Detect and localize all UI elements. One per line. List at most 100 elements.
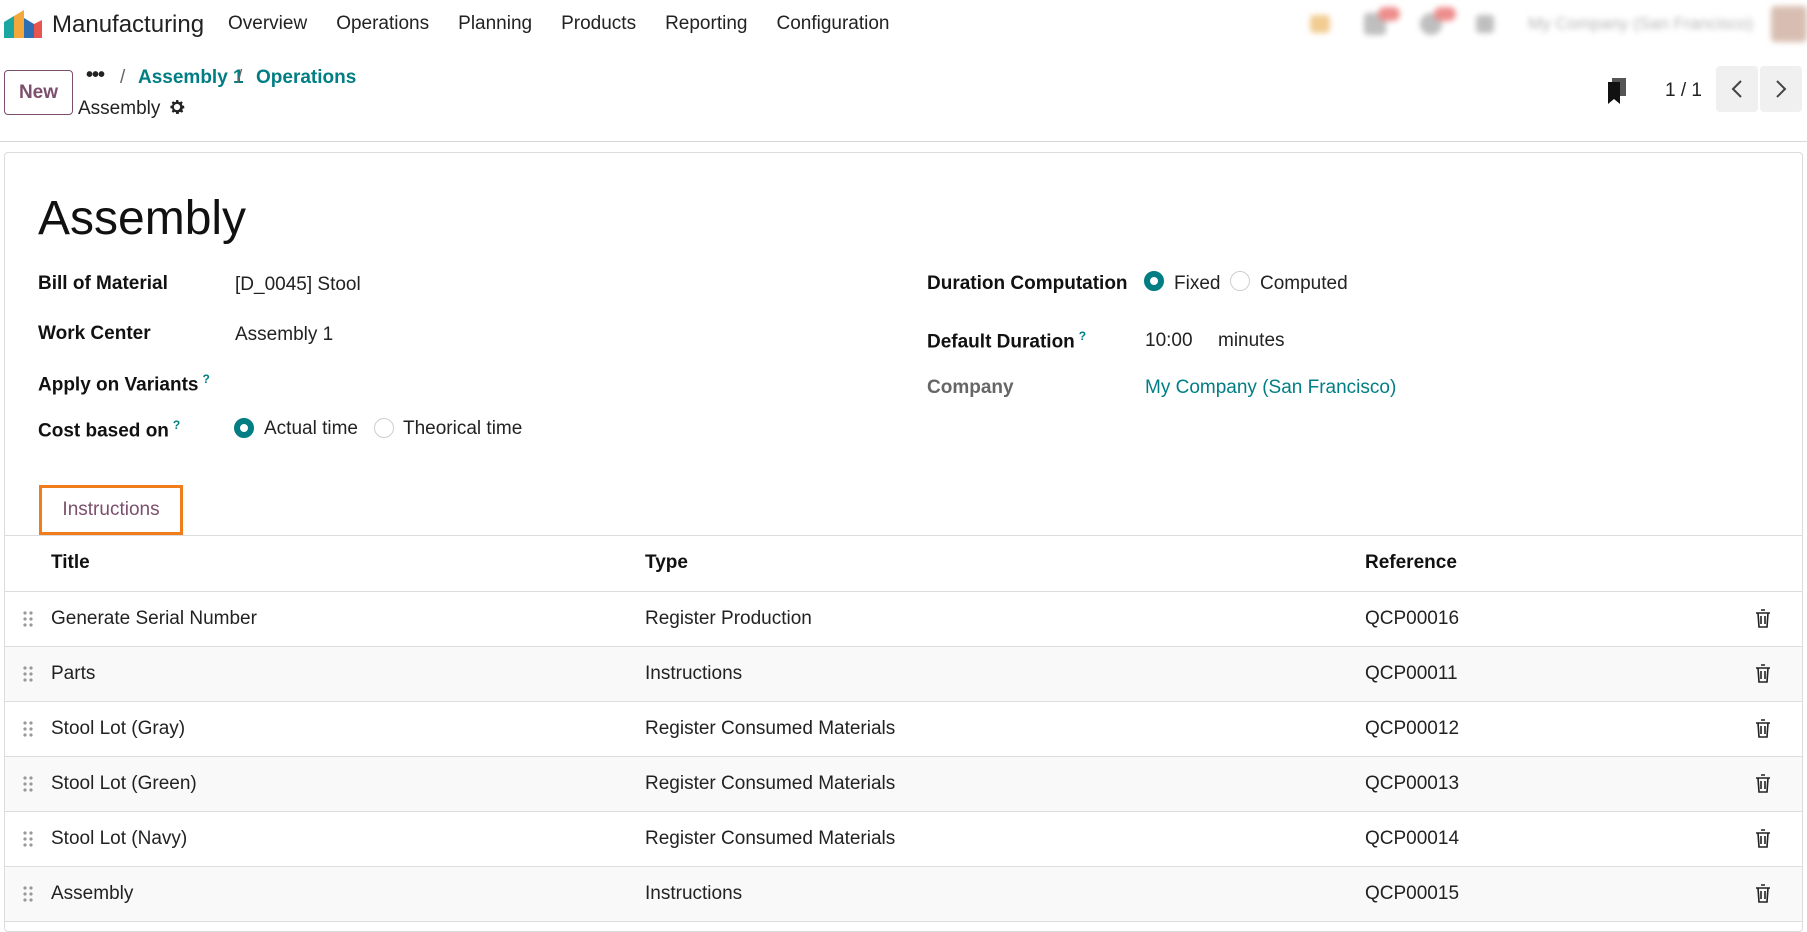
bom-label: Bill of Material bbox=[38, 273, 168, 294]
row-type: Register Production bbox=[645, 608, 812, 629]
default-duration-label: Default Duration? bbox=[927, 329, 1086, 353]
column-reference[interactable]: Reference bbox=[1365, 552, 1457, 574]
breadcrumb-current: Assembly bbox=[78, 98, 161, 119]
menu-reporting[interactable]: Reporting bbox=[665, 13, 747, 35]
chevron-right-icon bbox=[1776, 80, 1787, 98]
fixed-radio[interactable] bbox=[1144, 271, 1164, 291]
default-duration-unit: minutes bbox=[1218, 330, 1285, 351]
computed-radio[interactable] bbox=[1230, 271, 1250, 291]
theorical-time-radio[interactable] bbox=[374, 418, 394, 438]
systray: My Company (San Francisco) bbox=[1276, 4, 1807, 44]
default-duration-field[interactable]: 10:00 bbox=[1145, 330, 1193, 352]
bookmark-icon[interactable] bbox=[1606, 78, 1628, 104]
table-header: Title Type Reference bbox=[5, 536, 1802, 592]
row-type: Register Consumed Materials bbox=[645, 718, 896, 739]
drag-handle-icon[interactable] bbox=[22, 610, 34, 628]
fixed-label[interactable]: Fixed bbox=[1174, 273, 1220, 295]
breadcrumb-separator: / bbox=[237, 67, 243, 88]
top-navbar: Manufacturing Overview Operations Planni… bbox=[0, 0, 1807, 48]
trash-icon[interactable] bbox=[1755, 829, 1771, 848]
actual-time-label[interactable]: Actual time bbox=[264, 418, 358, 440]
company-field[interactable]: My Company (San Francisco) bbox=[1145, 377, 1396, 399]
menu-planning[interactable]: Planning bbox=[458, 13, 532, 35]
row-type: Register Consumed Materials bbox=[645, 828, 896, 849]
pager-next-button[interactable] bbox=[1760, 66, 1802, 112]
pager-value[interactable]: 1 / 1 bbox=[1665, 80, 1702, 102]
activity-icon[interactable] bbox=[1420, 7, 1457, 35]
record-title[interactable]: Assembly bbox=[38, 191, 246, 246]
row-title: Stool Lot (Navy) bbox=[51, 828, 188, 849]
gear-icon[interactable] bbox=[168, 98, 186, 116]
menu-operations[interactable]: Operations bbox=[336, 13, 429, 35]
tab-instructions[interactable]: Instructions bbox=[39, 485, 183, 535]
trash-icon[interactable] bbox=[1755, 609, 1771, 628]
row-title: Stool Lot (Green) bbox=[51, 773, 197, 794]
form-sheet: Assembly Bill of Material [D_0045] Stool… bbox=[4, 152, 1803, 932]
help-icon[interactable]: ? bbox=[173, 418, 180, 432]
workcenter-field[interactable]: Assembly 1 bbox=[235, 324, 333, 346]
pager-previous-button[interactable] bbox=[1716, 66, 1758, 112]
drag-handle-icon[interactable] bbox=[22, 775, 34, 793]
row-reference: QCP00011 bbox=[1365, 663, 1458, 684]
drag-handle-icon[interactable] bbox=[22, 720, 34, 738]
drag-handle-icon[interactable] bbox=[22, 665, 34, 683]
drag-handle-icon[interactable] bbox=[22, 830, 34, 848]
table-row[interactable]: Stool Lot (Green) Register Consumed Mate… bbox=[5, 757, 1802, 812]
theorical-time-label[interactable]: Theorical time bbox=[403, 418, 522, 440]
duration-computation-label: Duration Computation bbox=[927, 273, 1128, 294]
table-row[interactable]: Parts Instructions QCP00011 bbox=[5, 647, 1802, 702]
row-reference: QCP00013 bbox=[1365, 773, 1460, 794]
row-reference: QCP00014 bbox=[1365, 828, 1460, 849]
table-row[interactable]: Generate Serial Number Register Producti… bbox=[5, 592, 1802, 647]
trash-icon[interactable] bbox=[1755, 774, 1771, 793]
messages-icon[interactable] bbox=[1364, 7, 1401, 35]
computed-label[interactable]: Computed bbox=[1260, 273, 1348, 295]
breadcrumb-separator: / bbox=[120, 67, 126, 88]
row-reference: QCP00016 bbox=[1365, 608, 1460, 629]
drag-handle-icon[interactable] bbox=[22, 885, 34, 903]
row-reference: QCP00015 bbox=[1365, 883, 1460, 904]
menu-configuration[interactable]: Configuration bbox=[776, 13, 889, 35]
breadcrumb-operations[interactable]: Operations bbox=[256, 67, 356, 89]
column-type[interactable]: Type bbox=[645, 552, 688, 574]
variants-label: Apply on Variants? bbox=[38, 372, 210, 396]
company-switcher[interactable]: My Company (San Francisco) bbox=[1528, 14, 1753, 34]
ai-icon[interactable] bbox=[1310, 15, 1331, 33]
table-body: Generate Serial Number Register Producti… bbox=[5, 592, 1802, 922]
table-row[interactable]: Stool Lot (Gray) Register Consumed Mater… bbox=[5, 702, 1802, 757]
menu-products[interactable]: Products bbox=[561, 13, 636, 35]
menu-overview[interactable]: Overview bbox=[228, 13, 307, 35]
app-name[interactable]: Manufacturing bbox=[52, 11, 204, 39]
breadcrumb-assembly-1[interactable]: Assembly 1 bbox=[138, 67, 244, 89]
trash-icon[interactable] bbox=[1755, 884, 1771, 903]
help-icon[interactable]: ? bbox=[1079, 329, 1086, 343]
row-type: Instructions bbox=[645, 883, 743, 904]
table-row[interactable]: Stool Lot (Navy) Register Consumed Mater… bbox=[5, 812, 1802, 867]
help-icon[interactable]: ? bbox=[202, 372, 209, 386]
cost-label-text: Cost based on bbox=[38, 420, 169, 442]
actual-time-radio[interactable] bbox=[234, 418, 254, 438]
table-row[interactable]: Assembly Instructions QCP00015 bbox=[5, 867, 1802, 922]
actions-menu-icon[interactable]: ••• bbox=[86, 64, 105, 87]
workcenter-label: Work Center bbox=[38, 323, 151, 344]
row-title: Assembly bbox=[51, 883, 134, 904]
row-reference: QCP00012 bbox=[1365, 718, 1460, 739]
company-label: Company bbox=[927, 377, 1014, 398]
row-title: Stool Lot (Gray) bbox=[51, 718, 186, 739]
user-avatar[interactable] bbox=[1771, 6, 1807, 42]
row-title: Parts bbox=[51, 663, 96, 684]
cost-label: Cost based on? bbox=[38, 418, 180, 442]
column-title[interactable]: Title bbox=[51, 552, 90, 574]
new-button[interactable]: New bbox=[4, 70, 73, 115]
row-type: Register Consumed Materials bbox=[645, 773, 896, 794]
row-title: Generate Serial Number bbox=[51, 608, 257, 629]
variants-label-text: Apply on Variants bbox=[38, 374, 199, 396]
tools-icon[interactable] bbox=[1476, 15, 1495, 33]
default-duration-label-text: Default Duration bbox=[927, 331, 1075, 353]
row-type: Instructions bbox=[645, 663, 743, 684]
trash-icon[interactable] bbox=[1755, 664, 1771, 683]
trash-icon[interactable] bbox=[1755, 719, 1771, 738]
bom-field[interactable]: [D_0045] Stool bbox=[235, 274, 361, 296]
instructions-table: Title Type Reference Generate Serial Num… bbox=[5, 536, 1802, 922]
manufacturing-app-icon[interactable] bbox=[4, 10, 42, 38]
